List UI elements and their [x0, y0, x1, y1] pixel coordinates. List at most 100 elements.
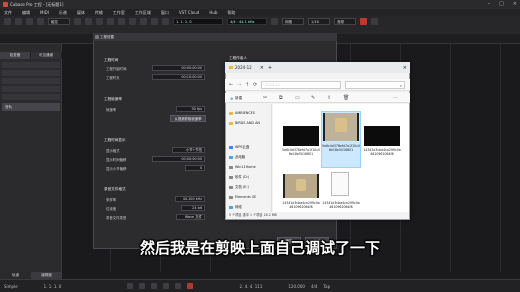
nav-item-elements[interactable]: Elements SE [229, 194, 272, 201]
inspector-row[interactable] [2, 78, 60, 84]
inspector-row[interactable] [2, 86, 60, 92]
nav-item-this-pc[interactable]: 此电脑 [229, 154, 272, 161]
inspector-row[interactable] [2, 62, 60, 68]
nav-item-wps[interactable]: WPS云盘 [229, 144, 272, 151]
bitdepth-select[interactable]: 24 bit [181, 205, 205, 211]
forward-icon[interactable] [151, 283, 158, 289]
nav-item-drive-e[interactable]: 文档 (E:) [229, 184, 272, 191]
menu-hub[interactable]: Hub [209, 10, 217, 15]
record-transport-icon[interactable] [187, 283, 194, 289]
section-time: 工程时间 [104, 58, 119, 62]
filetype-select[interactable]: Wave 文件 [176, 214, 205, 220]
up-icon[interactable]: ↑ [245, 82, 249, 88]
inspector-row[interactable] [2, 94, 60, 100]
from-video-button[interactable]: 从视频获取帧速率 [170, 115, 206, 122]
close-icon[interactable]: × [513, 1, 517, 7]
redo-icon[interactable] [26, 18, 33, 25]
tab-inspector[interactable]: 检查器 [0, 52, 31, 59]
play-tool-icon[interactable] [162, 18, 169, 25]
zoom-tool-icon[interactable] [129, 18, 136, 25]
rename-icon[interactable]: ✎ [311, 95, 315, 101]
start-time-label: 工程开始时间 [106, 67, 127, 71]
activate-project-icon[interactable] [4, 18, 11, 25]
erase-tool-icon[interactable] [118, 18, 125, 25]
refresh-icon[interactable]: ⟳ [253, 82, 257, 88]
close-tab-icon[interactable]: × [260, 65, 264, 71]
menu-media[interactable]: 媒体 [77, 10, 85, 16]
share-icon[interactable]: ⇪ [327, 95, 331, 101]
bar-offset-field[interactable]: 0 [185, 165, 205, 171]
color-select[interactable]: 音频 [334, 18, 356, 25]
split-tool-icon[interactable] [96, 18, 103, 25]
paste-icon[interactable]: ▭ [295, 95, 300, 101]
start-time-field[interactable]: 00:00:00:00 [152, 65, 205, 71]
nav-item-ambiences[interactable]: AMBIENCES [229, 110, 272, 117]
quantize-select[interactable]: 1/16 [308, 18, 330, 25]
forward-icon[interactable]: → [237, 82, 241, 88]
minimize-icon[interactable]: – [488, 1, 491, 7]
tab-visibility[interactable]: 可见通道 [31, 52, 62, 59]
file-thumbnail[interactable] [364, 126, 400, 146]
maximize-icon[interactable]: □ [499, 1, 504, 7]
length-field[interactable]: 00:10:00:00 [152, 74, 205, 80]
rewind-icon[interactable] [139, 283, 146, 289]
menu-score[interactable]: 乐谱 [59, 10, 67, 16]
object-select-tool-icon[interactable] [74, 18, 81, 25]
right-locator-display: 2. 4. 4. 111 [239, 283, 263, 289]
menu-studio[interactable]: 工作室 [113, 10, 125, 16]
play-icon[interactable] [175, 283, 182, 289]
nav-item-birds[interactable]: BIRDS AND AN [229, 120, 272, 127]
go-to-start-icon[interactable] [127, 283, 134, 289]
glue-tool-icon[interactable] [107, 18, 114, 25]
nav-item-network[interactable]: 网络 [229, 204, 272, 211]
menu-file[interactable]: 文件 [4, 10, 12, 16]
video-thumbnail-icon[interactable] [323, 113, 359, 141]
snap-toggle-icon[interactable] [271, 18, 278, 25]
menu-midi[interactable]: MIDI [40, 10, 49, 15]
display-offset-field[interactable]: 00:00:00:00 [152, 156, 205, 162]
explorer-tab-title[interactable]: 2024-12 [235, 65, 252, 70]
more-icon[interactable]: ⋯ [393, 95, 398, 101]
nav-item-win11home[interactable]: Win11Home [229, 164, 272, 171]
nav-item-drive-d[interactable]: 软件 (D:) [229, 174, 272, 181]
menu-workspaces[interactable]: 工作区域 [135, 10, 151, 16]
tab-editor[interactable]: 编辑器 [31, 272, 62, 279]
inspector-row[interactable] [2, 70, 60, 76]
file-thumbnail[interactable] [283, 126, 319, 146]
fps-select[interactable]: 30 fps [176, 106, 205, 112]
explorer-close-icon[interactable]: × [403, 65, 407, 71]
menu-edit[interactable]: 编辑 [22, 10, 30, 16]
video-thumbnail-icon[interactable] [283, 174, 319, 198]
menu-transport[interactable]: 传输 [95, 10, 103, 16]
delete-icon[interactable]: 🗑 [343, 95, 349, 101]
back-icon[interactable]: ← [229, 82, 233, 88]
constrain-delay-icon[interactable] [37, 18, 44, 25]
new-button[interactable]: 新建 [235, 96, 242, 101]
menu-help[interactable]: 帮助 [227, 10, 235, 16]
inspector-tabs: 检查器 可见通道 [0, 52, 62, 59]
new-tab-icon[interactable]: + [268, 65, 272, 71]
record-icon[interactable] [360, 18, 367, 25]
mode-select[interactable]: 触控 [48, 18, 70, 25]
menu-window[interactable]: 窗口 [161, 10, 169, 16]
snap-type-select[interactable]: 网格 [282, 18, 304, 25]
mute-tool-icon[interactable] [140, 18, 147, 25]
draw-tool-icon[interactable] [151, 18, 158, 25]
new-icon[interactable]: ⊕ [230, 96, 233, 101]
track-list-item[interactable]: 音轨 [2, 103, 60, 111]
range-tool-icon[interactable] [85, 18, 92, 25]
tab-tracks[interactable]: 轨道 [0, 272, 31, 279]
display-format-select[interactable]: 小节+节拍 [172, 147, 205, 153]
search-input[interactable]: ⌕ [345, 81, 405, 89]
tap-button[interactable]: Tap [323, 284, 330, 289]
copy-icon[interactable]: ⧉ [279, 95, 283, 101]
document-icon[interactable] [331, 172, 349, 196]
undo-icon[interactable] [15, 18, 22, 25]
samplerate-select[interactable]: 44.100 kHz [175, 196, 205, 202]
settings-icon[interactable] [371, 18, 378, 25]
filetype-label: 录音文件类型 [106, 216, 127, 220]
address-field[interactable]: 2024-12 [261, 81, 341, 89]
cut-icon[interactable]: ✂ [263, 95, 267, 101]
stop-icon[interactable] [163, 283, 170, 289]
menu-vst-cloud[interactable]: VST Cloud [179, 10, 199, 15]
